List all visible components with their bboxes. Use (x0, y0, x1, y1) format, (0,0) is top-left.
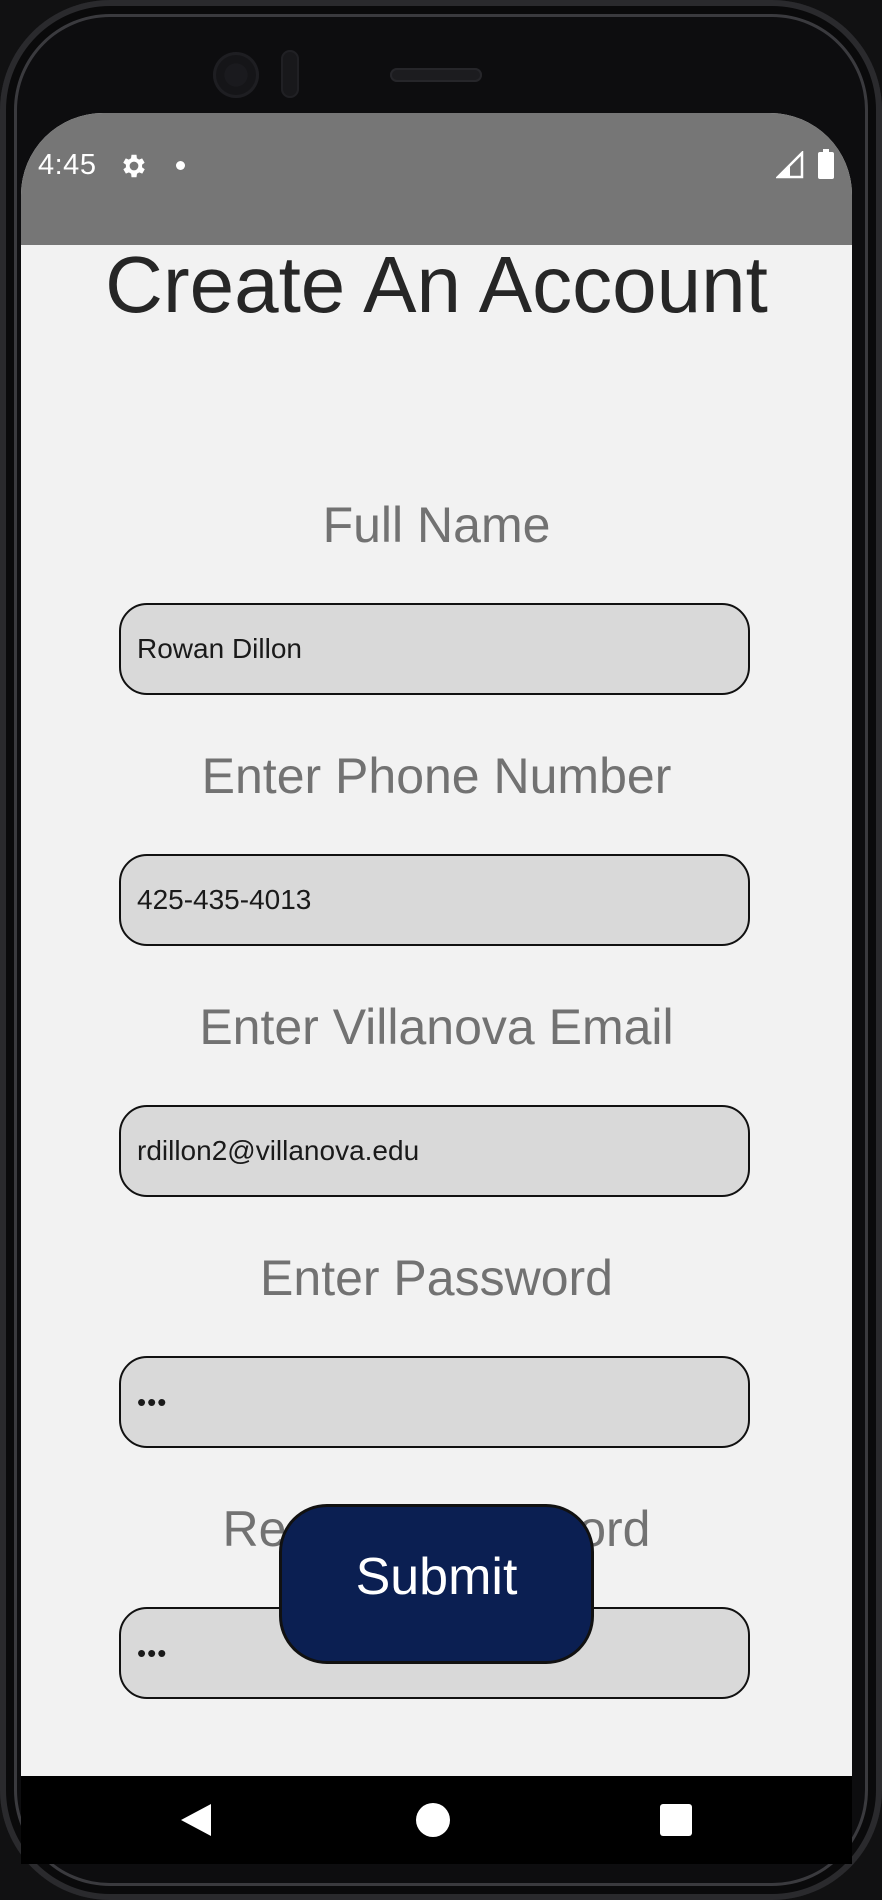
email-label: Enter Villanova Email (199, 999, 674, 1055)
screen: 4:45 Create An Account Full Name Rowan D… (21, 113, 852, 1864)
navigation-bar (21, 1776, 852, 1864)
front-camera (213, 52, 259, 98)
battery-icon (818, 149, 834, 179)
password-label: Enter Password (260, 1250, 613, 1306)
email-input[interactable]: rdillon2@villanova.edu (119, 1105, 750, 1197)
phone-number-input[interactable]: 425-435-4013 (119, 854, 750, 946)
gear-icon (123, 154, 145, 178)
page-title: Create An Account (105, 240, 768, 329)
signal-icon (776, 151, 804, 179)
phone-frame: 4:45 Create An Account Full Name Rowan D… (0, 0, 882, 1900)
proximity-sensor (281, 50, 299, 98)
recent-apps-icon[interactable] (660, 1804, 692, 1836)
status-time: 4:45 (38, 149, 97, 181)
home-icon[interactable] (416, 1803, 450, 1837)
notification-dot-icon (176, 161, 185, 170)
submit-button[interactable]: Submit (279, 1504, 594, 1664)
earpiece-speaker (390, 68, 482, 82)
status-bar: 4:45 (21, 113, 852, 245)
full-name-label: Full Name (322, 497, 551, 553)
back-icon[interactable] (179, 1802, 213, 1838)
password-input[interactable]: ••• (119, 1356, 750, 1448)
phone-number-label: Enter Phone Number (201, 748, 672, 804)
full-name-input[interactable]: Rowan Dillon (119, 603, 750, 695)
